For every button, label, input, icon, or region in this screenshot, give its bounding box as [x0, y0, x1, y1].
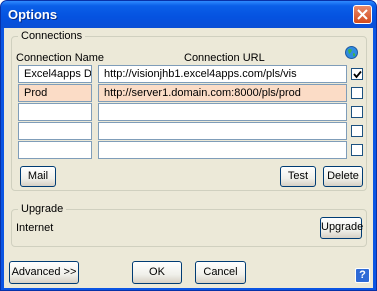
connections-group: Connections Connection Name Connection U… [11, 30, 367, 191]
mail-button[interactable]: Mail [20, 166, 56, 187]
connection-url-field[interactable] [98, 122, 347, 140]
upgrade-button[interactable]: Upgrade [320, 217, 363, 239]
connection-url-field[interactable] [98, 103, 347, 121]
checkmark-icon [353, 70, 362, 79]
connection-name-field[interactable] [18, 103, 92, 121]
test-button[interactable]: Test [280, 166, 316, 187]
globe-icon[interactable] [345, 46, 358, 59]
upgrade-source-label: Internet [16, 222, 54, 234]
dialog-body: Connections Connection Name Connection U… [4, 28, 373, 288]
cancel-button[interactable]: Cancel [195, 261, 246, 284]
connection-default-checkbox[interactable] [351, 106, 363, 118]
connection-default-checkbox[interactable] [351, 144, 363, 156]
connection-name-header: Connection Name [16, 52, 105, 64]
connection-name-field[interactable]: Excel4apps Demo [18, 65, 92, 83]
title-bar[interactable]: Options [1, 1, 376, 28]
connection-default-checkbox[interactable] [351, 125, 363, 137]
connection-name-field[interactable] [18, 141, 92, 159]
connection-default-checkbox[interactable] [351, 68, 363, 80]
delete-button[interactable]: Delete [323, 166, 363, 187]
advanced-button[interactable]: Advanced >> [9, 261, 79, 284]
upgrade-group: Upgrade Internet Upgrade [11, 203, 367, 247]
connections-group-label: Connections [18, 30, 86, 42]
close-button[interactable] [353, 5, 372, 24]
upgrade-group-label: Upgrade [18, 203, 67, 215]
connection-name-field[interactable] [18, 122, 92, 140]
connection-url-header: Connection URL [184, 52, 265, 64]
ok-button[interactable]: OK [132, 261, 182, 284]
close-icon [357, 9, 368, 20]
help-icon[interactable]: ? [355, 268, 370, 283]
options-dialog: Options Connections Connection Name Conn… [0, 0, 377, 291]
connection-url-field[interactable]: http://server1.domain.com:8000/pls/prod [98, 84, 347, 102]
connection-name-field[interactable]: Prod [18, 84, 92, 102]
connection-url-field[interactable]: http://visionjhb1.excel4apps.com/pls/vis [98, 65, 347, 83]
window-title: Options [8, 7, 58, 22]
connection-default-checkbox[interactable] [351, 87, 363, 99]
connection-url-field[interactable] [98, 141, 347, 159]
